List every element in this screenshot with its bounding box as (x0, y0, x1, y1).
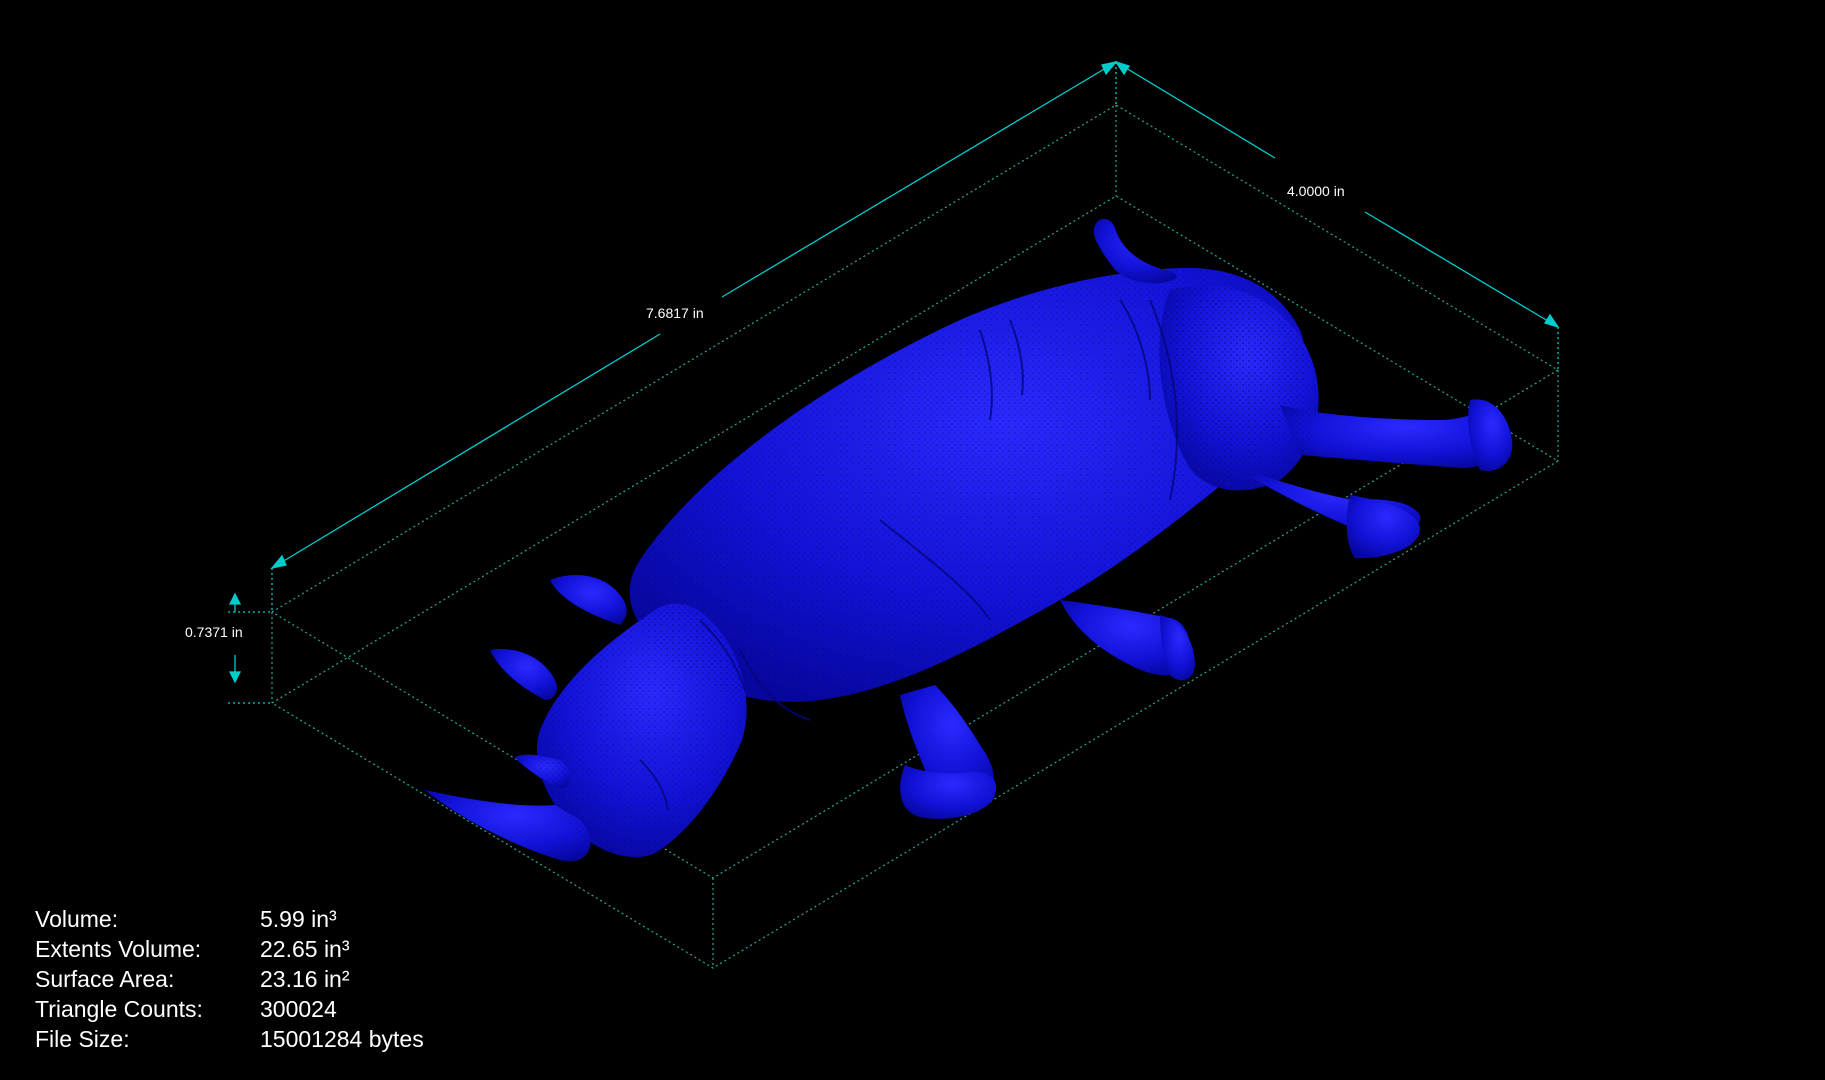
stat-row-volume: Volume: 5.99 in³ (35, 904, 424, 934)
stat-value: 5.99 in³ (260, 906, 337, 932)
stat-label: Surface Area: (35, 966, 175, 992)
stat-row-surface-area: Surface Area: 23.16 in² (35, 964, 424, 994)
arrowhead-icon (1544, 313, 1560, 329)
rhino-model[interactable] (425, 218, 1513, 862)
length-label: 7.6817 in (646, 305, 704, 321)
model-statistics: Volume: 5.99 in³ Extents Volume: 22.65 i… (35, 904, 424, 1054)
stat-row-file-size: File Size: 15001284 bytes (35, 1024, 424, 1054)
stat-value: 22.65 in³ (260, 936, 350, 962)
stat-row-extents-volume: Extents Volume: 22.65 in³ (35, 934, 424, 964)
stat-label: Extents Volume: (35, 936, 202, 962)
model-viewer[interactable]: 7.6817 in 4.0000 in 0.7371 in Volume: 5.… (0, 0, 1825, 1080)
height-label: 0.7371 in (185, 624, 243, 640)
length-dimension-line (271, 333, 661, 569)
arrowhead-icon (1114, 60, 1130, 76)
stat-value: 23.16 in² (260, 966, 350, 992)
stat-row-triangle-counts: Triangle Counts: 300024 (35, 994, 424, 1024)
stat-label: Volume: (35, 906, 119, 932)
stat-value: 15001284 bytes (260, 1026, 424, 1052)
stat-label: File Size: (35, 1026, 130, 1052)
stat-value: 300024 (260, 996, 337, 1022)
arrowhead-icon (228, 592, 242, 605)
arrowhead-icon (1101, 60, 1118, 76)
width-dimension-line (1115, 61, 1276, 159)
length-dimension-line (721, 61, 1117, 298)
arrowhead-icon (270, 554, 287, 570)
width-dimension-line (1364, 211, 1559, 328)
width-label: 4.0000 in (1287, 183, 1345, 199)
arrowhead-icon (228, 671, 242, 684)
stat-label: Triangle Counts: (35, 996, 203, 1022)
